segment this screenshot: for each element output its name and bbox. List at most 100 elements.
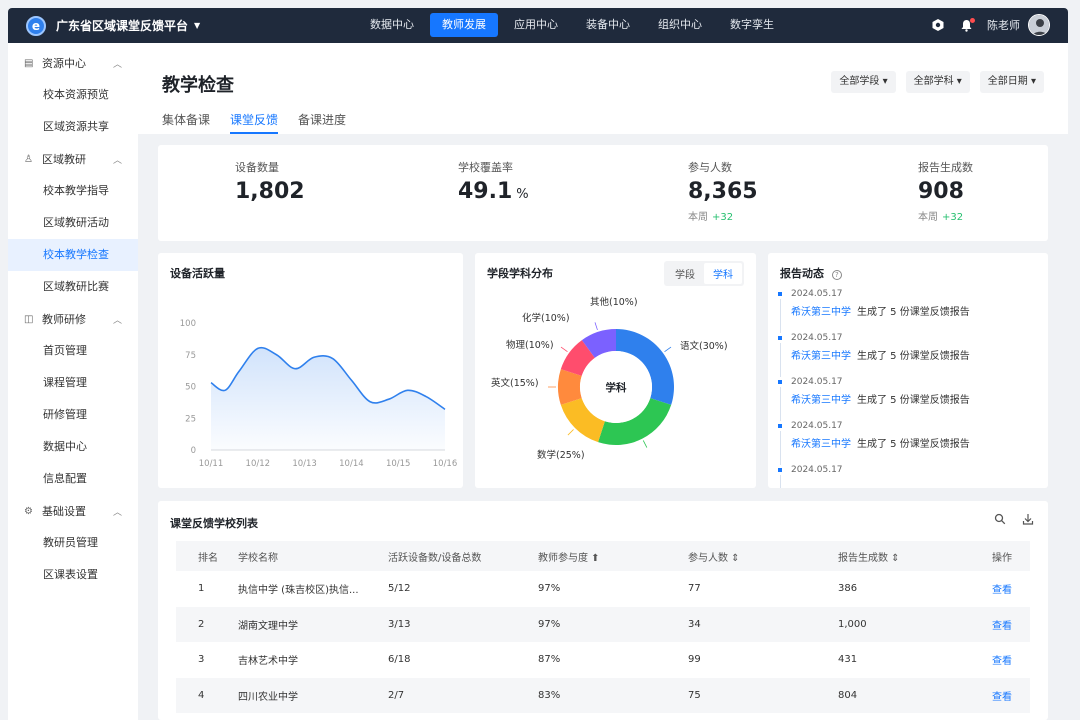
view-link[interactable]: 查看: [992, 606, 1030, 642]
topnav-item-2[interactable]: 应用中心: [502, 13, 570, 37]
column-header-3[interactable]: 教师参与度 ⬆: [538, 541, 688, 571]
timeline-line: [779, 343, 781, 377]
x-tick-label: 10/15: [386, 459, 411, 469]
stat-1: 学校覆盖率 49.1%: [458, 159, 529, 204]
sidebar-item[interactable]: 首页管理: [8, 335, 138, 367]
page-header: 教学检查 全部学段 ▾ 全部学科 ▾ 全部日期 ▾ 集体备课 课堂反馈 备课进度: [138, 43, 1068, 134]
sidebar-item[interactable]: 区域资源共享: [8, 111, 138, 143]
feed-school-link[interactable]: 希沃第三中学: [791, 307, 851, 318]
user-name[interactable]: 陈老师: [987, 17, 1020, 33]
chevron-up-icon[interactable]: ︿: [113, 505, 122, 518]
table-cell: 431: [838, 654, 858, 666]
filter-dropdown-2[interactable]: 全部日期 ▾: [979, 71, 1044, 93]
x-tick-label: 10/14: [339, 459, 364, 469]
view-link[interactable]: 查看: [992, 571, 1030, 607]
feed-action: 生成了 5 份课堂反馈报告: [857, 439, 970, 450]
chevron-up-icon[interactable]: ︿: [113, 57, 122, 70]
stat-sub-value: +32: [712, 212, 734, 223]
timeline-line: [779, 431, 781, 465]
sidebar-item[interactable]: 区域教研活动: [8, 207, 138, 239]
tab-1[interactable]: 课堂反馈: [230, 111, 279, 134]
filter-label: 全部日期: [987, 76, 1028, 87]
feed-text: 希沃第三中学 生成了 5 份课堂反馈报告: [791, 391, 1043, 406]
column-header-4[interactable]: 参与人数 ⇕: [688, 541, 838, 571]
x-tick-label: 10/13: [292, 459, 317, 469]
filter-dropdown-0[interactable]: 全部学段 ▾: [831, 71, 896, 93]
feed-school-link[interactable]: 希沃第三中学: [791, 395, 851, 406]
sidebar-item[interactable]: 教研员管理: [8, 527, 138, 559]
sidebar-group-2[interactable]: ◫ 教师研修 ︿: [8, 303, 138, 335]
view-link[interactable]: 查看: [992, 677, 1030, 713]
sidebar-group-0[interactable]: ▤ 资源中心 ︿: [8, 47, 138, 79]
timeline-dot: [778, 292, 782, 296]
sidebar-item[interactable]: 数据中心: [8, 431, 138, 463]
table-cell: 2: [176, 606, 238, 642]
bell-icon[interactable]: [959, 18, 975, 32]
sidebar-group-3[interactable]: ⚙ 基础设置 ︿: [8, 495, 138, 527]
table-cell: 吉林艺术中学: [238, 656, 298, 668]
search-icon[interactable]: [994, 513, 1006, 528]
sidebar-item[interactable]: 课程管理: [8, 367, 138, 399]
table-cell: 湖南文理中学: [238, 606, 388, 642]
stat-value: 908: [918, 179, 973, 204]
sidebar-item[interactable]: 区课表设置: [8, 559, 138, 591]
chevron-up-icon[interactable]: ︿: [113, 153, 122, 166]
y-tick-label: 25: [185, 414, 196, 424]
table-cell: 4: [176, 677, 238, 713]
stat-2: 参与人数 8,365 本周 +32: [688, 159, 758, 223]
timeline-dot: [778, 424, 782, 428]
table-cell: 5/12: [388, 583, 411, 595]
sidebar-group-1[interactable]: ♙ 区域教研 ︿: [8, 143, 138, 175]
topnav-item-1[interactable]: 教师发展: [430, 13, 498, 37]
school-table: 排名 学校名称 活跃设备数/设备总数 教师参与度 ⬆ 参与人数 ⇕ 报告生成数 ⇕ 操作 1…: [176, 541, 1030, 713]
feed-item: 2024.05.17 希沃第三中学 生成了 5 份课堂反馈报告: [778, 421, 1043, 465]
avatar[interactable]: [1028, 14, 1050, 36]
notification-dot: [970, 18, 975, 23]
tab-2[interactable]: 备课进度: [298, 111, 346, 134]
chevron-down-icon: ▾: [879, 76, 888, 87]
slice-label: 语文(30%): [680, 340, 728, 352]
table-row: 1 执信中学 (珠吉校区)执信... 5/12 97% 77 386 查看: [176, 571, 1030, 607]
table-cell: 97%: [538, 606, 688, 642]
table-row: 2 湖南文理中学 3/13 97% 34 1,000 查看: [176, 606, 1030, 642]
tab-0[interactable]: 集体备课: [162, 111, 210, 134]
filter-label: 全部学段: [839, 76, 880, 87]
sidebar-item[interactable]: 校本教学指导: [8, 175, 138, 207]
view-link[interactable]: 查看: [992, 642, 1030, 678]
feed-school-link[interactable]: 希沃第三中学: [791, 439, 851, 450]
chevron-down-icon[interactable]: ▼: [194, 21, 200, 30]
app-title[interactable]: 广东省区域课堂反馈平台: [56, 17, 188, 34]
stat-value: 49.1%: [458, 179, 529, 204]
filter-dropdown-1[interactable]: 全部学科 ▾: [905, 71, 970, 93]
help-circle-icon[interactable]: ?: [831, 270, 842, 280]
sidebar-item[interactable]: 研修管理: [8, 399, 138, 431]
column-header-5[interactable]: 报告生成数 ⇕: [838, 541, 992, 571]
sidebar-group-label: 区域教研: [42, 153, 86, 166]
sidebar-item[interactable]: 信息配置: [8, 463, 138, 495]
sidebar-item[interactable]: 校本资源预览: [8, 79, 138, 111]
download-icon[interactable]: [1022, 513, 1034, 528]
slice-leader-line: [642, 440, 648, 448]
feed-item: 2024.05.17: [778, 465, 1043, 488]
page-tabs: 集体备课 课堂反馈 备课进度: [162, 111, 346, 134]
stat-unit: %: [516, 187, 529, 202]
x-tick-label: 10/16: [433, 459, 458, 469]
sidebar-item[interactable]: 区域教研比赛: [8, 271, 138, 303]
chevron-up-icon[interactable]: ︿: [113, 313, 122, 326]
topnav-item-0[interactable]: 数据中心: [358, 13, 426, 37]
topnav-item-5[interactable]: 数字孪生: [718, 13, 786, 37]
table-cell: 1,000: [838, 606, 992, 642]
app-logo-icon[interactable]: e: [26, 15, 46, 36]
topnav-item-4[interactable]: 组织中心: [646, 13, 714, 37]
settings-hex-icon[interactable]: [931, 18, 945, 32]
sidebar-item[interactable]: 校本教学检查: [8, 239, 138, 271]
feed-school-link[interactable]: 希沃第三中学: [791, 351, 851, 362]
table-cell: 四川农业中学: [238, 677, 388, 713]
top-nav: 数据中心 教师发展 应用中心 装备中心 组织中心 数字孪生: [358, 13, 786, 37]
book-icon: ◫: [24, 313, 34, 325]
timeline-dot: [778, 468, 782, 472]
topnav-item-3[interactable]: 装备中心: [574, 13, 642, 37]
top-bar: e 广东省区域课堂反馈平台 ▼ 数据中心 教师发展 应用中心 装备中心 组织中心 数字孪生…: [8, 8, 1068, 43]
sidebar-group-label: 教师研修: [42, 313, 86, 326]
table-row: 4 四川农业中学 2/7 83% 75 804 查看: [176, 677, 1030, 713]
